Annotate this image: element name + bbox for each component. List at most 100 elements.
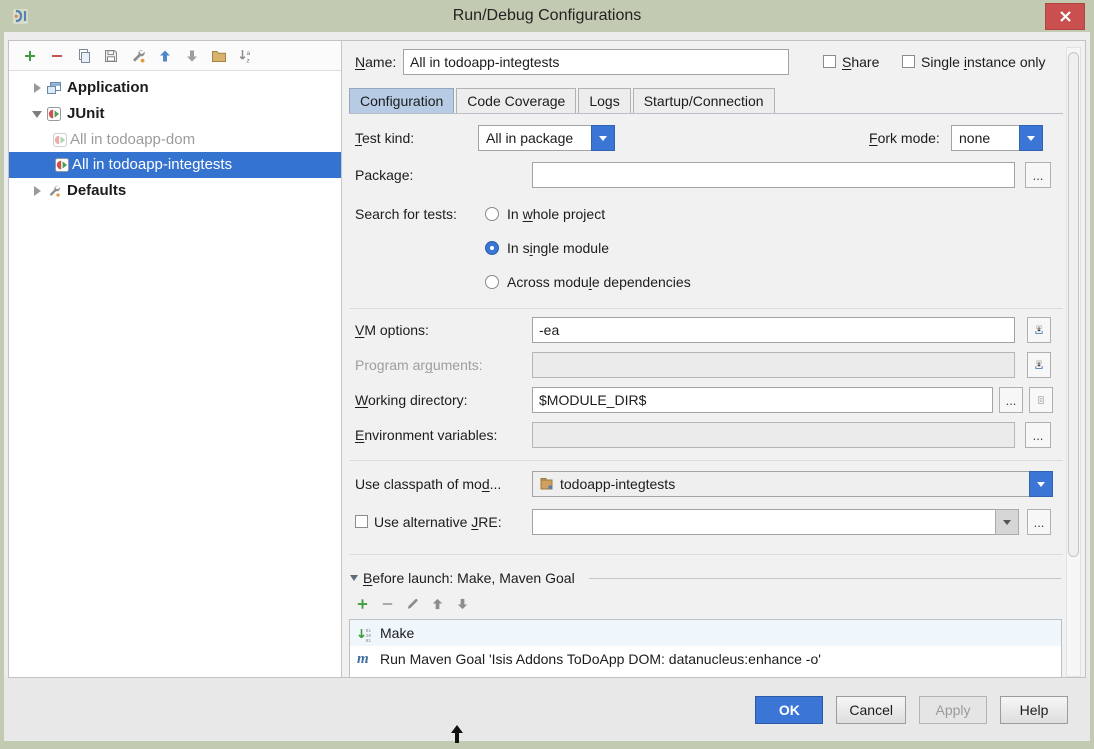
classpath-module-combobox[interactable]: todoapp-integtests bbox=[532, 471, 1053, 497]
cancel-button[interactable]: Cancel bbox=[836, 696, 906, 724]
expand-vm-options-button[interactable] bbox=[1027, 317, 1051, 343]
radio-in-single-module[interactable] bbox=[485, 241, 499, 255]
share-checkbox[interactable] bbox=[823, 55, 836, 68]
maven-icon: m bbox=[357, 646, 373, 662]
ok-button[interactable]: OK bbox=[755, 696, 823, 724]
defaults-wrench-icon bbox=[47, 184, 61, 198]
tree-item-all-in-todoapp-integtests[interactable]: All in todoapp-integtests bbox=[9, 152, 341, 178]
dropdown-arrow-icon[interactable] bbox=[591, 125, 615, 151]
edit-icon[interactable] bbox=[405, 596, 420, 611]
sort-alphabetically-icon[interactable]: az bbox=[238, 48, 254, 64]
footer-button-bar: OK Cancel Apply Help bbox=[4, 678, 1090, 741]
tab-configuration[interactable]: Configuration bbox=[349, 88, 454, 114]
vm-options-input[interactable] bbox=[532, 317, 1015, 343]
chevron-right-icon[interactable] bbox=[34, 186, 41, 196]
alternative-jre-browse-button[interactable]: ... bbox=[1027, 509, 1051, 535]
vm-options-label: VM options: bbox=[355, 317, 429, 343]
alternative-jre-combobox[interactable] bbox=[532, 509, 1019, 535]
environment-variables-label: Environment variables: bbox=[355, 422, 497, 448]
package-browse-button[interactable]: ... bbox=[1025, 162, 1051, 188]
collapse-arrow-icon[interactable] bbox=[350, 575, 358, 581]
apply-button: Apply bbox=[919, 696, 987, 724]
radio-across-module-dependencies-label: Across module dependencies bbox=[507, 269, 691, 295]
move-up-icon[interactable] bbox=[430, 596, 445, 611]
separator bbox=[349, 460, 1063, 461]
task-row-make[interactable]: 011001 Make bbox=[350, 620, 1061, 646]
tree-item-junit[interactable]: JUnit bbox=[9, 101, 341, 127]
tree-item-label: Application bbox=[67, 75, 149, 101]
save-icon[interactable] bbox=[103, 48, 119, 64]
configuration-form: Name: Share Single instance only Configu… bbox=[343, 41, 1085, 677]
title-bar: Run/Debug Configurations bbox=[0, 0, 1094, 32]
working-directory-browse-button[interactable]: ... bbox=[999, 387, 1023, 413]
working-directory-macros-button[interactable] bbox=[1029, 387, 1053, 413]
task-label: Run Maven Goal 'Isis Addons ToDoApp DOM:… bbox=[380, 646, 821, 672]
new-folder-icon[interactable] bbox=[211, 48, 227, 64]
add-icon[interactable] bbox=[355, 596, 370, 611]
tab-code-coverage[interactable]: Code Coverage bbox=[456, 88, 576, 114]
separator bbox=[349, 308, 1063, 309]
scrollbar-thumb[interactable] bbox=[1068, 52, 1079, 557]
environment-variables-input bbox=[532, 422, 1015, 448]
before-launch-task-list: 011001 Make m Run Maven Goal 'Isis Addon… bbox=[349, 619, 1062, 678]
use-classpath-label: Use classpath of mod... bbox=[355, 471, 501, 497]
edit-defaults-wrench-icon[interactable] bbox=[130, 48, 146, 64]
help-button[interactable]: Help bbox=[1000, 696, 1068, 724]
module-icon bbox=[540, 477, 554, 491]
separator bbox=[349, 554, 1063, 555]
move-down-icon[interactable] bbox=[184, 48, 200, 64]
fork-mode-value: none bbox=[959, 130, 990, 146]
chevron-down-icon[interactable] bbox=[32, 111, 42, 118]
tree-toolbar: az bbox=[9, 41, 341, 71]
expand-program-arguments-button[interactable] bbox=[1027, 352, 1051, 378]
application-icon bbox=[47, 81, 61, 95]
tab-logs[interactable]: Logs bbox=[578, 88, 630, 114]
classpath-module-value: todoapp-integtests bbox=[560, 476, 675, 492]
working-directory-label: Working directory: bbox=[355, 387, 468, 413]
package-input[interactable] bbox=[532, 162, 1015, 188]
test-kind-combobox[interactable]: All in package bbox=[478, 125, 615, 151]
junit-icon bbox=[47, 107, 61, 121]
close-icon bbox=[1059, 10, 1072, 23]
single-instance-checkbox[interactable] bbox=[902, 55, 915, 68]
remove-icon[interactable] bbox=[49, 48, 65, 64]
move-down-icon[interactable] bbox=[455, 596, 470, 611]
tab-startup-connection[interactable]: Startup/Connection bbox=[633, 88, 775, 114]
radio-in-whole-project-label: In whole project bbox=[507, 201, 605, 227]
chevron-right-icon[interactable] bbox=[34, 83, 41, 93]
radio-in-single-module-label: In single module bbox=[507, 235, 609, 261]
radio-across-module-dependencies[interactable] bbox=[485, 275, 499, 289]
close-button[interactable] bbox=[1045, 3, 1085, 30]
test-kind-label: Test kind: bbox=[355, 125, 414, 151]
name-input[interactable] bbox=[403, 49, 789, 75]
before-launch-toolbar bbox=[355, 593, 470, 613]
vertical-scrollbar[interactable] bbox=[1066, 47, 1081, 677]
dropdown-arrow-icon[interactable] bbox=[1019, 125, 1043, 151]
tree-item-all-in-todoapp-dom[interactable]: All in todoapp-dom bbox=[9, 127, 341, 153]
window-title: Run/Debug Configurations bbox=[0, 0, 1094, 32]
tree-item-application[interactable]: Application bbox=[9, 75, 341, 101]
dropdown-arrow-icon[interactable] bbox=[995, 509, 1019, 535]
copy-icon[interactable] bbox=[76, 48, 92, 64]
before-launch-header: Before launch: Make, Maven Goal bbox=[363, 567, 575, 589]
before-launch-divider bbox=[589, 578, 1061, 579]
add-icon[interactable] bbox=[22, 48, 38, 64]
tab-bar: Configuration Code Coverage Logs Startup… bbox=[349, 88, 777, 114]
tab-divider bbox=[349, 113, 1063, 114]
working-directory-input[interactable] bbox=[532, 387, 993, 413]
program-arguments-input bbox=[532, 352, 1015, 378]
task-row-maven-goal[interactable]: m Run Maven Goal 'Isis Addons ToDoApp DO… bbox=[350, 646, 1061, 672]
tree-item-defaults[interactable]: Defaults bbox=[9, 178, 341, 204]
share-label: Share bbox=[842, 49, 879, 75]
use-alternative-jre-checkbox[interactable] bbox=[355, 515, 368, 528]
tree-item-label: All in todoapp-integtests bbox=[72, 152, 232, 178]
radio-in-whole-project[interactable] bbox=[485, 207, 499, 221]
use-alternative-jre-label: Use alternative JRE: bbox=[374, 509, 502, 535]
fork-mode-combobox[interactable]: none bbox=[951, 125, 1043, 151]
dropdown-arrow-icon[interactable] bbox=[1029, 471, 1053, 497]
environment-variables-browse-button[interactable]: ... bbox=[1025, 422, 1051, 448]
single-instance-label: Single instance only bbox=[921, 49, 1046, 75]
move-up-icon[interactable] bbox=[157, 48, 173, 64]
fork-mode-label: Fork mode: bbox=[869, 125, 940, 151]
remove-icon[interactable] bbox=[380, 596, 395, 611]
